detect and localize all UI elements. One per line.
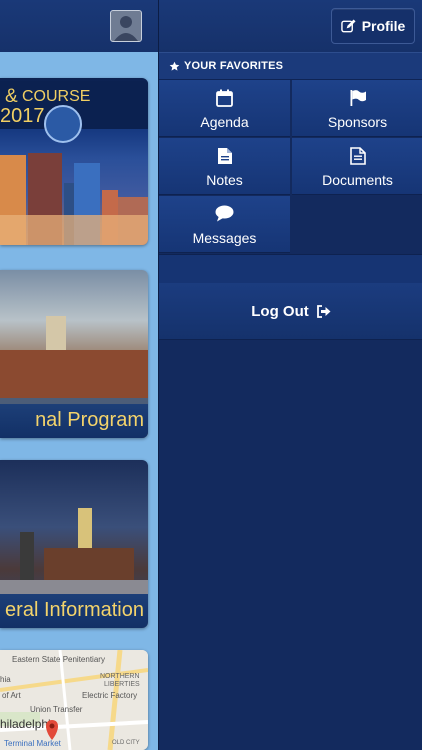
- edit-icon: [340, 18, 356, 32]
- title-course: COURSE: [22, 88, 91, 105]
- favorite-empty-slot: [291, 196, 422, 253]
- favorite-label: Notes: [206, 172, 243, 188]
- app-content: & COURSE 2017 nal Program eral Informati…: [0, 0, 158, 750]
- profile-button[interactable]: Profile: [331, 8, 415, 44]
- avatar[interactable]: [110, 10, 142, 42]
- seal-logo-icon: [44, 105, 82, 143]
- title-year: 2017: [0, 105, 45, 127]
- star-icon: [169, 61, 180, 71]
- comment-icon: [215, 205, 234, 222]
- favorite-label: Documents: [322, 172, 393, 188]
- app-header: [0, 0, 158, 52]
- conference-banner-tile[interactable]: & COURSE 2017: [0, 78, 148, 245]
- document-lines-icon: [349, 147, 366, 165]
- map-label: LIBERTIES: [104, 681, 140, 688]
- divider-band: [159, 254, 422, 283]
- map-label: hia: [0, 675, 11, 684]
- conference-title: & COURSE 2017: [0, 81, 148, 143]
- tile-caption-bar: eral Information: [0, 594, 148, 628]
- general-information-tile[interactable]: eral Information: [0, 460, 148, 628]
- map-label: Eastern State Penitentiary: [12, 655, 105, 664]
- favorite-label: Agenda: [200, 114, 249, 130]
- logout-label: Log Out: [251, 302, 309, 320]
- map-tile[interactable]: Eastern State Penitentiary NORTHERN LIBE…: [0, 650, 148, 750]
- city-lights: [0, 215, 148, 245]
- map-label: Union Transfer: [30, 705, 83, 714]
- favorite-label: Sponsors: [327, 114, 388, 130]
- favorite-label: Messages: [192, 230, 257, 246]
- logout-button[interactable]: Log Out: [159, 283, 422, 340]
- favorite-documents[interactable]: Documents: [292, 138, 422, 195]
- document-icon: [217, 148, 232, 164]
- sign-out-icon: [316, 304, 331, 318]
- calendar-icon: [216, 89, 233, 107]
- tile-caption-bar: nal Program: [0, 404, 148, 438]
- tile-caption: nal Program: [35, 409, 144, 431]
- map-label: Electric Factory: [82, 691, 137, 700]
- map-label: OLD CITY: [112, 740, 140, 746]
- profile-label: Profile: [361, 18, 406, 34]
- favorite-agenda[interactable]: Agenda: [159, 80, 290, 137]
- favorite-messages[interactable]: Messages: [159, 196, 290, 253]
- side-drawer: Profile YOUR FAVORITES Agenda Sponsors N…: [158, 0, 422, 750]
- map-label: of Art: [2, 691, 21, 700]
- drawer-header: Profile: [159, 0, 422, 52]
- favorite-notes[interactable]: Notes: [159, 138, 290, 195]
- user-icon: [114, 16, 138, 41]
- favorites-title: YOUR FAVORITES: [184, 60, 284, 72]
- drawer-empty-area: [159, 340, 422, 750]
- favorites-header: YOUR FAVORITES: [159, 52, 422, 80]
- flag-icon: [350, 90, 366, 106]
- map-label: NORTHERN: [100, 673, 140, 680]
- favorite-sponsors[interactable]: Sponsors: [292, 80, 422, 137]
- map-label: Terminal Market: [4, 739, 62, 748]
- national-program-tile[interactable]: nal Program: [0, 270, 148, 438]
- tile-caption: eral Information: [5, 599, 144, 621]
- map: Eastern State Penitentiary NORTHERN LIBE…: [0, 650, 148, 750]
